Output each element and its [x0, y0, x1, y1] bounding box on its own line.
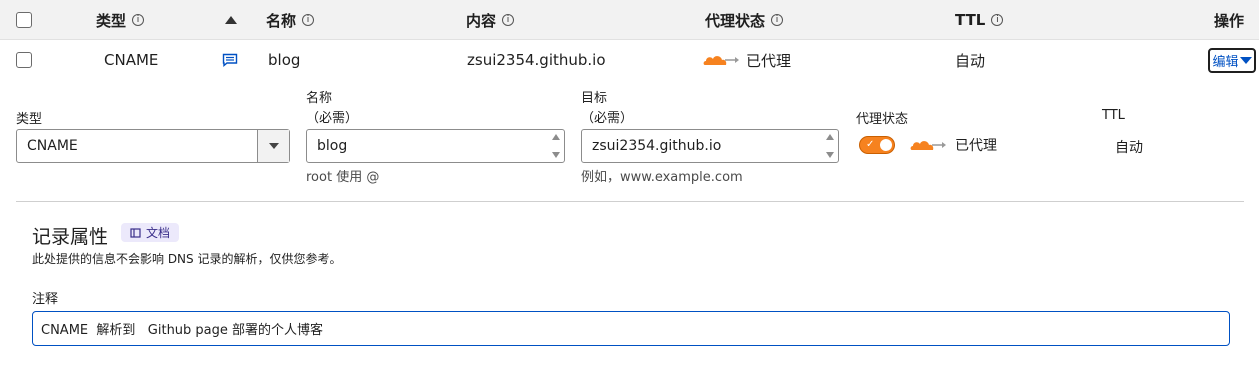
toggle-knob	[880, 139, 892, 151]
info-icon[interactable]: i	[991, 14, 1004, 26]
column-ttl-label: TTL	[955, 11, 986, 29]
book-icon	[130, 227, 141, 238]
record-content: zsui2354.github.io	[467, 51, 606, 69]
record-type: CNAME	[104, 51, 159, 69]
docs-link[interactable]: 文档	[121, 223, 179, 242]
column-type-label: 类型	[96, 11, 127, 30]
name-hint: root 使用 @	[306, 170, 380, 185]
column-content-label: 内容	[466, 11, 497, 30]
row-checkbox[interactable]	[16, 52, 32, 68]
column-name-label: 名称	[266, 11, 297, 30]
check-icon: ✓	[866, 139, 875, 150]
type-select-value: CNAME	[27, 138, 78, 154]
comment-icon[interactable]	[222, 42, 238, 78]
name-input[interactable]: blog	[306, 129, 565, 163]
chevron-down-icon[interactable]	[257, 130, 289, 162]
target-required-label: （必需）	[581, 111, 634, 126]
comment-input[interactable]: CNAME 解析到 Github page 部署的个人博客	[32, 311, 1230, 346]
comment-input-value: CNAME 解析到 Github page 部署的个人博客	[41, 323, 324, 338]
info-icon[interactable]: i	[132, 14, 145, 26]
edit-button-label: 编辑	[1212, 55, 1239, 70]
sort-up-icon[interactable]	[224, 0, 238, 40]
ttl-field-label: TTL	[1102, 108, 1125, 123]
orange-cloud-icon	[910, 141, 946, 150]
type-field-label: 类型	[16, 112, 43, 127]
name-input-value: blog	[317, 138, 348, 154]
table-header: 类型 i 名称 i 内容 i 代理状态 i TTL i 操作	[0, 0, 1259, 40]
name-field-label: 名称	[306, 91, 333, 106]
ttl-field-value: 自动	[1115, 140, 1143, 156]
proxy-status: 已代理	[702, 42, 791, 78]
proxy-field-status: 已代理	[955, 138, 997, 154]
column-content[interactable]: 内容 i	[466, 0, 515, 40]
edit-button[interactable]: 编辑	[1208, 48, 1256, 73]
info-icon[interactable]: i	[771, 14, 784, 26]
orange-cloud-icon	[703, 56, 739, 65]
record-name: blog	[268, 51, 301, 69]
info-icon[interactable]: i	[502, 14, 515, 26]
column-proxy-label: 代理状态	[705, 11, 766, 30]
select-all-checkbox[interactable]	[16, 12, 32, 28]
record-ttl: 自动	[955, 51, 986, 70]
column-ttl[interactable]: TTL i	[955, 0, 1004, 40]
type-select[interactable]: CNAME	[16, 129, 290, 163]
attributes-title: 记录属性	[32, 226, 109, 248]
proxy-toggle[interactable]: ✓	[859, 136, 895, 154]
target-input[interactable]: zsui2354.github.io	[581, 129, 839, 163]
column-proxy-status[interactable]: 代理状态 i	[705, 0, 784, 40]
column-type[interactable]: 类型 i	[96, 0, 145, 40]
docs-link-label: 文档	[145, 226, 170, 240]
resize-handle[interactable]	[826, 134, 834, 158]
chevron-down-icon	[1239, 57, 1252, 64]
target-input-value: zsui2354.github.io	[592, 138, 722, 154]
proxy-status-label: 已代理	[746, 51, 792, 70]
column-actions-label: 操作	[1214, 11, 1245, 30]
target-hint: 例如，www.example.com	[581, 170, 743, 185]
info-icon[interactable]: i	[302, 14, 315, 26]
comment-field-label: 注释	[32, 292, 59, 307]
proxy-field-label: 代理状态	[856, 112, 909, 127]
column-actions: 操作	[1214, 0, 1244, 40]
name-required-label: （必需）	[306, 111, 359, 126]
target-field-label: 目标	[581, 91, 608, 106]
attributes-description: 此处提供的信息不会影响 DNS 记录的解析，仅供您参考。	[32, 252, 342, 266]
divider	[16, 201, 1244, 202]
resize-handle[interactable]	[552, 134, 560, 158]
column-name[interactable]: 名称 i	[266, 0, 315, 40]
